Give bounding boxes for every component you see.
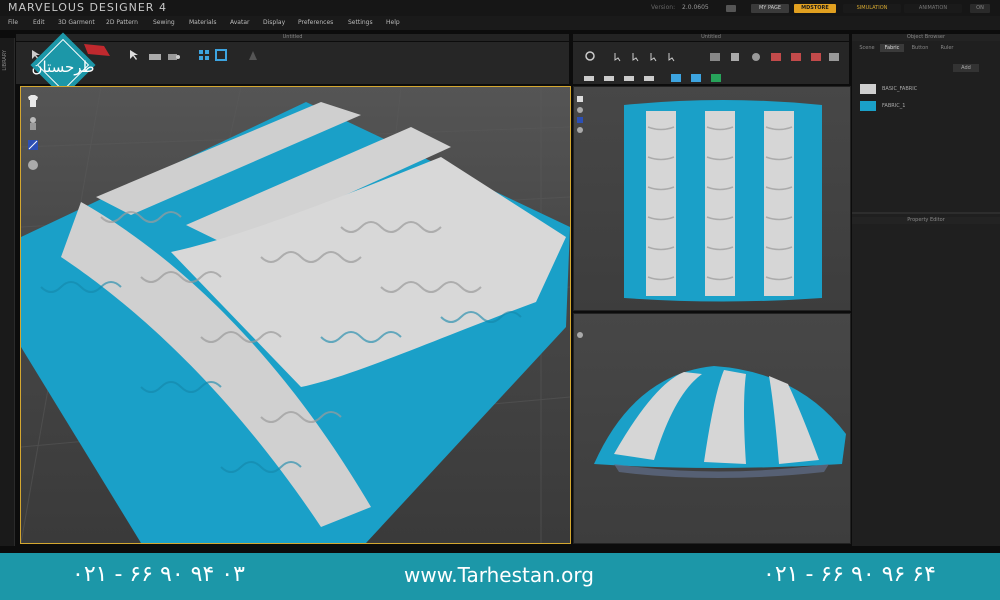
texture-transform-icon[interactable] <box>690 68 702 82</box>
pattern-select-icon[interactable] <box>614 47 626 62</box>
fold-tool-icon[interactable] <box>148 47 162 60</box>
fabric-item-label: FABRIC_1 <box>882 103 906 109</box>
my-page-button[interactable]: MY PAGE <box>751 4 789 13</box>
front-texture-icon[interactable] <box>576 119 584 133</box>
front-white-stripe-2 <box>705 111 735 296</box>
fabric-grid-icon[interactable] <box>215 46 227 61</box>
add-point-icon[interactable] <box>668 47 680 62</box>
menu-bar <box>0 16 1000 30</box>
app-title: MARVELOUS DESIGNER 4 <box>8 1 167 14</box>
front-white-stripe-3 <box>764 111 794 296</box>
edit-curve-icon[interactable] <box>650 47 662 62</box>
front-white-stripe-1 <box>646 111 676 296</box>
notch-tool-icon[interactable] <box>828 47 840 61</box>
footer-phone-left: ۰۲۱ - ۶۶ ۹۰ ۹۴ ۰۳ <box>72 562 245 587</box>
library-tab[interactable]: LIBRARY <box>2 50 8 71</box>
avatar-icon[interactable] <box>27 115 39 130</box>
graphic-icon[interactable] <box>710 68 722 82</box>
front-fabric-icon[interactable] <box>576 109 584 123</box>
version-value: 2.0.0605 <box>682 4 709 11</box>
main-panel-header: Untitled <box>16 34 569 41</box>
simulation-button[interactable]: SIMULATION <box>843 4 901 13</box>
side-avatar-icon[interactable] <box>576 324 584 338</box>
menu-edit[interactable]: Edit <box>33 19 45 26</box>
side-viewport-canvas <box>594 366 846 478</box>
polygon-tool-icon[interactable] <box>729 47 741 61</box>
tab-ruler[interactable]: Ruler <box>936 44 958 52</box>
fabric-swatch-basic <box>860 84 876 94</box>
texture-edit-icon[interactable] <box>670 68 682 82</box>
fabric-tool-icon[interactable] <box>198 46 210 60</box>
front-shirt-icon[interactable] <box>576 88 584 102</box>
footer-phone-right: ۰۲۱ - ۶۶ ۹۰ ۹۶ ۶۴ <box>763 562 936 587</box>
library-strip <box>0 38 15 546</box>
front-view-viewport[interactable] <box>573 86 851 311</box>
menu-help[interactable]: Help <box>386 19 400 26</box>
logo-ribbon <box>82 42 112 58</box>
edit-sewing-icon[interactable] <box>623 68 635 81</box>
transform-tool-icon[interactable] <box>128 46 142 60</box>
rectangle-tool-icon[interactable] <box>709 47 721 61</box>
mdstore-button[interactable]: MDSTORE <box>794 4 836 13</box>
menu-materials[interactable]: Materials <box>189 19 217 26</box>
fabric-item-label: BASIC_FABRIC <box>882 86 918 92</box>
menu-settings[interactable]: Settings <box>348 19 373 26</box>
logo-text: طرحستان <box>32 58 95 76</box>
menu-display[interactable]: Display <box>263 19 285 26</box>
avatar-tool-icon[interactable] <box>246 46 260 60</box>
menu-sewing[interactable]: Sewing <box>153 19 175 26</box>
tab-button[interactable]: Button <box>906 44 934 52</box>
right-panel-header: Untitled <box>573 34 849 41</box>
refresh-icon[interactable] <box>583 46 597 61</box>
free-sewing-icon[interactable] <box>603 68 615 81</box>
edit-pattern-icon[interactable] <box>632 47 644 62</box>
internal-line-icon[interactable] <box>790 47 802 61</box>
fabric-swatch-fabric1 <box>860 101 876 111</box>
side-view-viewport[interactable] <box>573 313 851 544</box>
tack-icon[interactable] <box>643 68 655 81</box>
front-avatar-icon[interactable] <box>576 99 584 113</box>
shirt-icon[interactable] <box>27 93 39 107</box>
animation-button[interactable]: ANIMATION <box>904 4 962 13</box>
version-toggle[interactable] <box>726 5 736 12</box>
menu-avatar[interactable]: Avatar <box>230 19 249 26</box>
tab-scene[interactable]: Scene <box>856 44 878 52</box>
front-viewport-canvas <box>624 100 822 302</box>
menu-preferences[interactable]: Preferences <box>298 19 333 26</box>
menu-file[interactable]: File <box>8 19 18 26</box>
add-fabric-button[interactable]: Add <box>953 64 979 72</box>
main-viewport-canvas <box>21 87 570 543</box>
fabric-item-fabric1[interactable]: FABRIC_1 <box>860 100 990 112</box>
trace-tool-icon[interactable] <box>810 47 822 61</box>
footer-website[interactable]: www.Tarhestan.org <box>404 563 594 587</box>
fabric-view-icon[interactable] <box>27 136 39 150</box>
fabric-item-basic[interactable]: BASIC_FABRIC <box>860 83 990 95</box>
object-browser-title: Object Browser <box>852 34 1000 41</box>
segment-sewing-icon[interactable] <box>583 68 595 81</box>
property-editor-title: Property Editor <box>852 217 1000 224</box>
texture-icon[interactable] <box>27 156 39 170</box>
panel-divider[interactable] <box>852 212 1000 214</box>
menu-3d-garment[interactable]: 3D Garment <box>58 19 95 26</box>
on-toggle[interactable]: ON <box>970 4 990 13</box>
dart-tool-icon[interactable] <box>770 47 782 61</box>
tab-fabric[interactable]: Fabric <box>880 44 904 52</box>
circle-tool-icon[interactable] <box>750 47 762 61</box>
menu-2d-pattern[interactable]: 2D Pattern <box>106 19 138 26</box>
pin-tool-icon[interactable] <box>167 47 181 60</box>
version-label: Version: <box>651 4 676 11</box>
main-3d-viewport[interactable] <box>20 86 571 544</box>
